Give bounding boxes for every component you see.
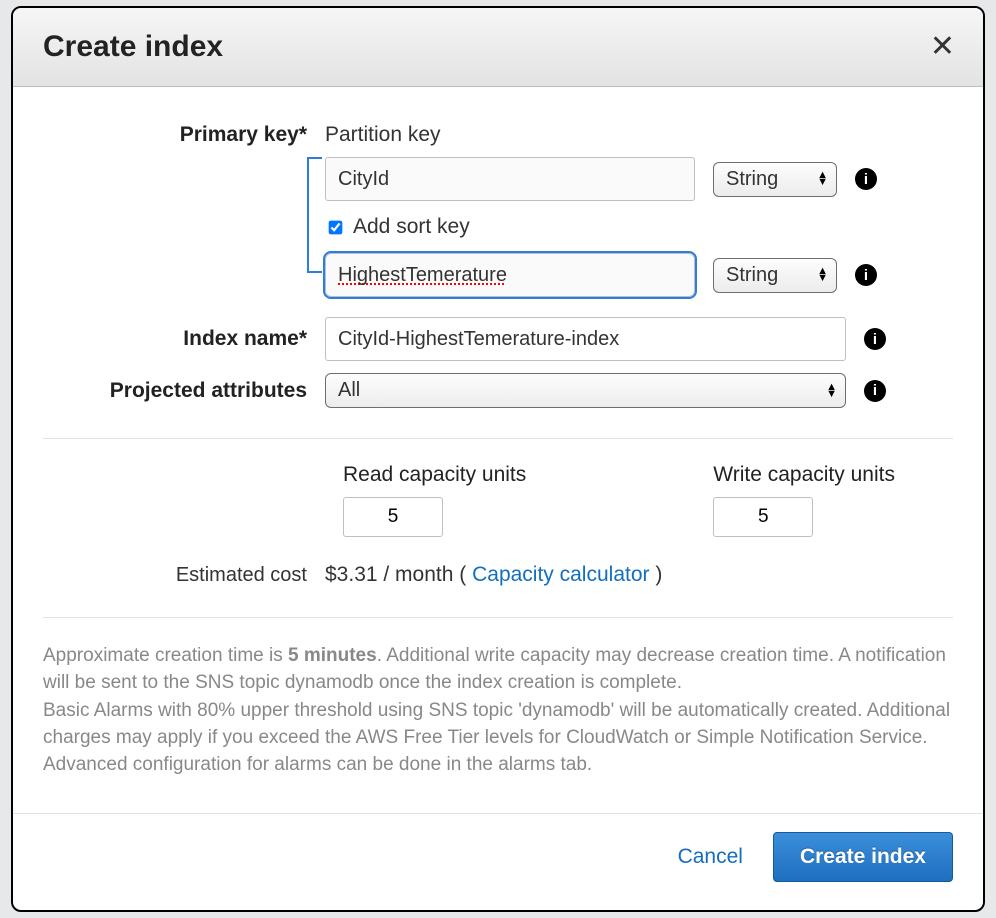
primary-key-label: Primary key*	[43, 123, 325, 147]
info-icon[interactable]: i	[864, 328, 886, 350]
read-capacity-label: Read capacity units	[343, 463, 526, 487]
write-capacity-label: Write capacity units	[713, 463, 895, 487]
sort-key-type-select[interactable]: String ▲▼	[713, 258, 837, 293]
key-bracket	[307, 157, 322, 273]
creation-note: Approximate creation time is 5 minutes. …	[43, 642, 953, 779]
read-capacity-input[interactable]	[343, 497, 443, 537]
capacity-calculator-link[interactable]: Capacity calculator	[472, 563, 649, 586]
create-index-button[interactable]: Create index	[773, 832, 953, 882]
partition-key-subheader: Partition key	[325, 123, 441, 157]
chevron-sort-icon: ▲▼	[826, 384, 837, 398]
estimated-cost-label: Estimated cost	[43, 564, 325, 587]
info-icon[interactable]: i	[855, 264, 877, 286]
add-sort-key-label: Add sort key	[353, 215, 470, 239]
sort-key-input[interactable]	[325, 253, 695, 297]
cancel-button[interactable]: Cancel	[678, 845, 743, 869]
chevron-sort-icon: ▲▼	[817, 268, 828, 282]
partition-key-type-value: String	[726, 168, 778, 191]
modal-header: Create index ✕	[13, 8, 983, 87]
divider	[43, 438, 953, 439]
add-sort-key-checkbox-input[interactable]	[329, 220, 343, 234]
add-sort-key-checkbox[interactable]: Add sort key	[325, 215, 877, 239]
sort-key-type-value: String	[726, 264, 778, 287]
create-index-modal: Create index ✕ Primary key* Partition ke…	[11, 6, 985, 912]
projected-attributes-select[interactable]: All ▲▼	[325, 373, 846, 408]
projected-attributes-label: Projected attributes	[43, 379, 325, 403]
chevron-sort-icon: ▲▼	[817, 172, 828, 186]
divider	[43, 617, 953, 618]
info-icon[interactable]: i	[855, 168, 877, 190]
close-icon[interactable]: ✕	[930, 32, 955, 62]
partition-key-type-select[interactable]: String ▲▼	[713, 162, 837, 197]
index-name-label: Index name*	[43, 327, 325, 351]
info-icon[interactable]: i	[864, 380, 886, 402]
modal-title: Create index	[43, 30, 223, 64]
index-name-input[interactable]	[325, 317, 846, 361]
projected-attributes-value: All	[338, 379, 360, 402]
partition-key-input[interactable]	[325, 157, 695, 201]
modal-footer: Cancel Create index	[13, 813, 983, 910]
write-capacity-input[interactable]	[713, 497, 813, 537]
estimated-cost-value: $3.31 / month ( Capacity calculator )	[325, 563, 662, 587]
